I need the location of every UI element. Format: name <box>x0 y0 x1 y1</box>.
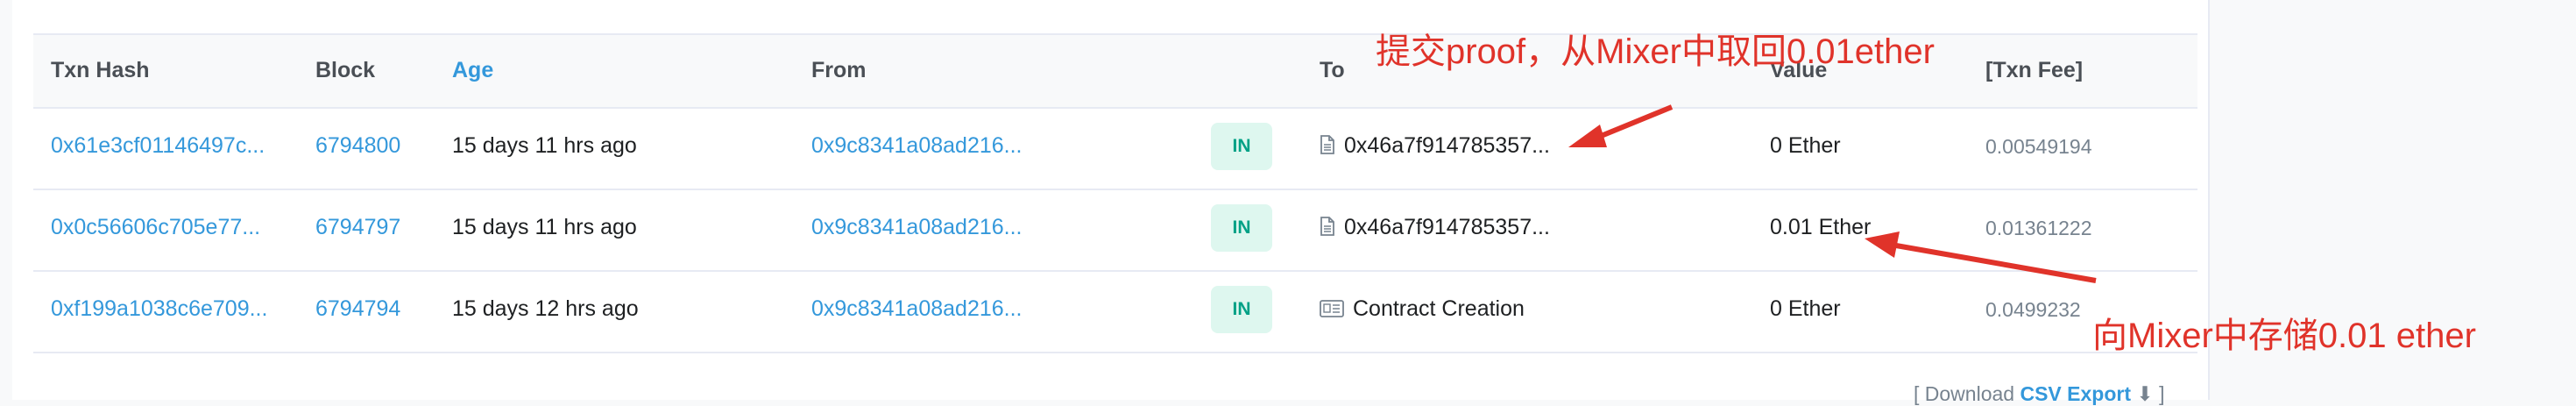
from-address-link[interactable]: 0x9c8341a08ad216... <box>811 133 1023 159</box>
to-address-link[interactable]: 0x46a7f914785357... <box>1344 215 1550 239</box>
table-row: 0xf199a1038c6e709... 6794794 15 days 12 … <box>33 270 2197 353</box>
table-row: 0x61e3cf01146497c... 6794800 15 days 11 … <box>33 107 2197 190</box>
to-address-link[interactable]: 0x46a7f914785357... <box>1344 133 1550 158</box>
age-text: 15 days 11 hrs ago <box>452 215 637 239</box>
to-cell: 0x46a7f914785357... <box>1320 133 1550 160</box>
value-text: 0 Ether <box>1770 296 1841 321</box>
header-block: Block <box>315 58 376 82</box>
download-suffix: ] <box>2159 382 2165 405</box>
txn-fee-text: 0.01361222 <box>1985 217 2092 239</box>
age-text: 15 days 12 hrs ago <box>452 296 639 321</box>
from-address-link[interactable]: 0x9c8341a08ad216... <box>811 296 1023 322</box>
header-from: From <box>811 58 867 82</box>
direction-badge: IN <box>1211 123 1272 170</box>
direction-badge: IN <box>1211 286 1272 333</box>
contract-creation-icon <box>1320 298 1344 324</box>
header-to: To <box>1320 58 1345 82</box>
block-link[interactable]: 6794794 <box>315 296 400 322</box>
txn-fee-text: 0.0499232 <box>1985 298 2081 321</box>
value-text: 0 Ether <box>1770 133 1841 158</box>
file-icon <box>1320 217 1335 242</box>
txn-hash-link[interactable]: 0x61e3cf01146497c... <box>51 133 265 159</box>
value-text: 0.01 Ether <box>1770 215 1872 239</box>
age-text: 15 days 11 hrs ago <box>452 133 637 158</box>
block-link[interactable]: 6794800 <box>315 133 400 159</box>
txn-hash-link[interactable]: 0x0c56606c705e77... <box>51 215 260 240</box>
download-icon: ⬇ <box>2136 382 2154 405</box>
to-cell: Contract Creation <box>1320 296 1525 324</box>
file-icon <box>1320 135 1335 160</box>
txn-hash-link[interactable]: 0xf199a1038c6e709... <box>51 296 267 322</box>
annotation-deposit: 向Mixer中存储0.01 ether <box>2092 317 2476 355</box>
block-link[interactable]: 6794797 <box>315 215 400 240</box>
to-cell: 0x46a7f914785357... <box>1320 215 1550 242</box>
header-txn-fee[interactable]: [Txn Fee] <box>1985 58 2083 83</box>
txn-fee-text: 0.00549194 <box>1985 135 2092 158</box>
direction-badge: IN <box>1211 204 1272 252</box>
table-row: 0x0c56606c705e77... 6794797 15 days 11 h… <box>33 189 2197 272</box>
annotation-withdraw: 提交proof，从Mixer中取回0.01ether <box>1376 32 1935 71</box>
download-prefix: [ Download <box>1914 382 2015 405</box>
header-txn-hash: Txn Hash <box>51 58 150 82</box>
header-age[interactable]: Age <box>452 58 493 83</box>
from-address-link[interactable]: 0x9c8341a08ad216... <box>811 215 1023 240</box>
download-footer: [ Download CSV Export ⬇ ] <box>1914 382 2164 406</box>
contract-creation-text: Contract Creation <box>1353 296 1525 321</box>
csv-export-link[interactable]: CSV Export <box>2020 382 2131 405</box>
